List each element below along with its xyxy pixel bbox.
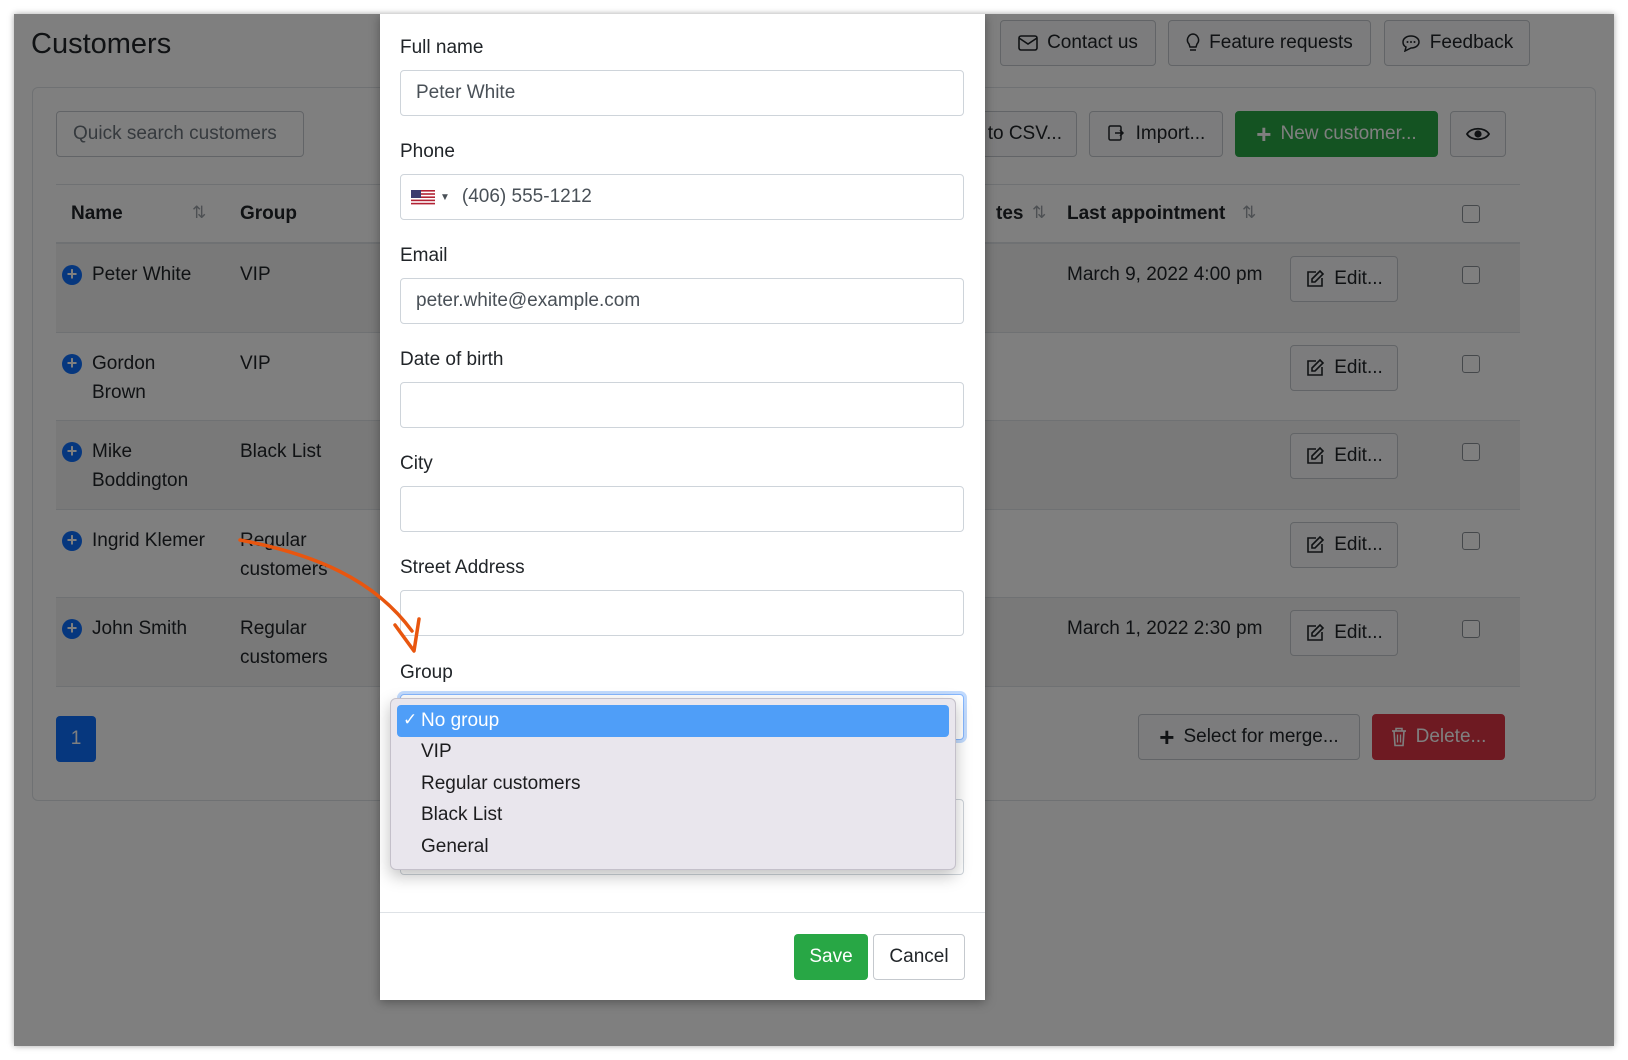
email-input[interactable]: peter.white@example.com: [400, 278, 964, 324]
street-address-input[interactable]: [400, 590, 964, 636]
phone-input[interactable]: ▼ (406) 555-1212: [400, 174, 964, 220]
cancel-button[interactable]: Cancel: [873, 934, 965, 980]
email-label: Email: [400, 245, 448, 266]
save-button[interactable]: Save: [794, 934, 868, 980]
phone-label: Phone: [400, 141, 455, 162]
country-selector[interactable]: ▼: [411, 189, 450, 205]
phone-value: (406) 555-1212: [461, 186, 592, 207]
full-name-input[interactable]: Peter White: [400, 70, 964, 116]
option-label: VIP: [421, 741, 452, 763]
option-label: Regular customers: [421, 772, 581, 794]
date-of-birth-input[interactable]: [400, 382, 964, 428]
caret-down-icon: ▼: [440, 191, 450, 203]
street-address-label: Street Address: [400, 557, 525, 578]
city-input[interactable]: [400, 486, 964, 532]
edit-customer-modal: Full name Peter White Phone ▼ (406) 555-…: [380, 14, 985, 1000]
group-dropdown-menu: ✓ No group VIP Regular customers Black L…: [390, 698, 956, 870]
group-option-general[interactable]: General: [397, 831, 949, 863]
group-option-black-list[interactable]: Black List: [397, 800, 949, 832]
option-label: Black List: [421, 804, 503, 826]
full-name-label: Full name: [400, 37, 484, 58]
option-label: No group: [421, 709, 500, 731]
group-option-vip[interactable]: VIP: [397, 737, 949, 769]
checkmark-icon: ✓: [403, 710, 418, 729]
group-option-regular-customers[interactable]: Regular customers: [397, 768, 949, 800]
city-label: City: [400, 453, 433, 474]
date-of-birth-label: Date of birth: [400, 349, 504, 370]
group-label: Group: [400, 662, 453, 683]
option-label: General: [421, 835, 489, 857]
modal-footer-divider: [380, 912, 985, 913]
screenshot-frame: Customers Contact us Feature requests Fe…: [14, 14, 1614, 1046]
us-flag-icon: [411, 189, 435, 205]
group-option-no-group[interactable]: ✓ No group: [397, 705, 949, 737]
